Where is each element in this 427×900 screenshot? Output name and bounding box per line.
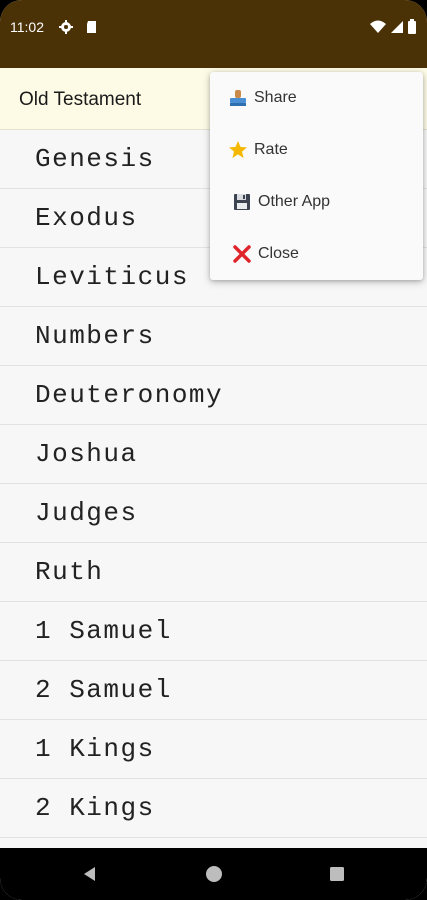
home-icon[interactable]	[204, 864, 224, 884]
book-name: Deuteronomy	[35, 380, 224, 410]
menu-item-rate[interactable]: Rate	[210, 124, 423, 176]
list-item-book[interactable]: Numbers	[0, 307, 427, 366]
list-item-book[interactable]: 2 Kings	[0, 779, 427, 838]
page-title: Old Testament	[19, 89, 142, 110]
recents-icon[interactable]	[327, 864, 347, 884]
book-name: Genesis	[35, 144, 155, 174]
floppy-disk-icon	[234, 194, 250, 210]
phone-screen: 11:02 Old Testament Genesis Exodus Levit…	[0, 0, 427, 900]
overflow-menu: Share Rate Other App Close	[210, 72, 423, 280]
navigation-bar	[0, 848, 427, 900]
list-item-book[interactable]: Deuteronomy	[0, 366, 427, 425]
menu-item-other-app[interactable]: Other App	[210, 176, 423, 228]
book-name: 2 Kings	[35, 793, 155, 823]
sd-card-icon	[87, 21, 96, 33]
list-item-book[interactable]: Ruth	[0, 543, 427, 602]
list-item-book[interactable]: 2 Samuel	[0, 661, 427, 720]
menu-item-label: Share	[254, 89, 297, 106]
menu-item-label: Other App	[258, 193, 331, 210]
book-name: Exodus	[35, 203, 138, 233]
wifi-icon	[370, 20, 386, 33]
book-name: Numbers	[35, 321, 155, 351]
list-item-book[interactable]: Joshua	[0, 425, 427, 484]
book-name: Joshua	[35, 439, 138, 469]
book-name: Judges	[35, 498, 138, 528]
close-x-icon	[233, 245, 251, 263]
book-name: 1 Kings	[35, 734, 155, 764]
status-bar: 11:02	[0, 0, 427, 68]
book-name: 2 Samuel	[35, 675, 172, 705]
list-item-book[interactable]: Judges	[0, 484, 427, 543]
book-name: 1 Samuel	[35, 616, 172, 646]
star-icon	[229, 141, 247, 158]
share-stamp-icon	[230, 90, 246, 106]
back-icon[interactable]	[80, 864, 100, 884]
book-name: Leviticus	[35, 262, 189, 292]
signal-icon	[391, 21, 403, 33]
list-item-book[interactable]: 1 Samuel	[0, 602, 427, 661]
list-item-book[interactable]: 1 Kings	[0, 720, 427, 779]
gear-icon	[59, 20, 73, 34]
menu-item-share[interactable]: Share	[210, 72, 423, 124]
battery-icon	[408, 19, 416, 34]
menu-item-close[interactable]: Close	[210, 228, 423, 280]
menu-item-label: Close	[258, 245, 299, 262]
status-time: 11:02	[10, 19, 44, 35]
book-name: Ruth	[35, 557, 104, 587]
menu-item-label: Rate	[254, 141, 288, 158]
